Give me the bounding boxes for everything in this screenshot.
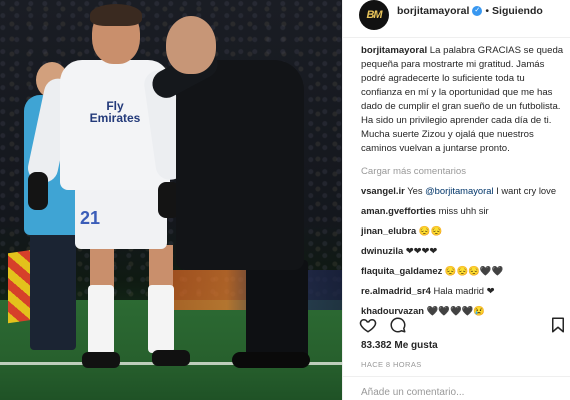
- player-glove: [28, 172, 48, 210]
- coach-coat: [176, 60, 304, 270]
- comment-username[interactable]: flaquita_galdamez: [361, 265, 442, 276]
- comment-username[interactable]: re.almadrid_sr4: [361, 285, 431, 296]
- comment-username[interactable]: jinan_elubra: [361, 225, 416, 236]
- comment-bubble-icon[interactable]: [389, 316, 407, 334]
- header-username[interactable]: borjitamayoral: [397, 5, 469, 17]
- comment-text: 😔😔: [418, 225, 443, 236]
- shirt-sponsor-line2: Emirates: [89, 111, 141, 125]
- following-button[interactable]: Siguiendo: [492, 5, 543, 17]
- player-sock: [88, 285, 114, 355]
- comment-mention-link[interactable]: @borjitamayoral: [425, 185, 493, 196]
- header-separator: •: [485, 5, 490, 17]
- heart-icon[interactable]: [359, 316, 377, 334]
- post-side-panel: BM borjitamayoral ✓ • Siguiendo borjitam…: [342, 0, 570, 400]
- comments-section: borjitamayoral La palabra GRACIAS se que…: [361, 44, 565, 317]
- referee-legs: [30, 230, 76, 350]
- player-boot: [152, 350, 190, 366]
- comment-row: aman.gvefforties miss uhh sir: [361, 204, 565, 217]
- comment-row: dwinuzila ❤❤❤❤: [361, 244, 565, 257]
- load-more-comments[interactable]: Cargar más comentarios: [361, 166, 565, 177]
- player-leg: [90, 245, 114, 290]
- comment-text: I want cry love: [493, 185, 557, 196]
- action-bar: [359, 316, 565, 336]
- header-line: borjitamayoral ✓ • Siguiendo: [397, 5, 543, 17]
- comment-username[interactable]: dwinuzila: [361, 245, 403, 256]
- verified-badge-icon: ✓: [472, 6, 483, 16]
- comment-text: 🖤🖤🖤🖤😢: [426, 305, 486, 316]
- avatar[interactable]: BM: [359, 0, 389, 30]
- comment-row: flaquita_galdamez 😔😔😔🖤🖤: [361, 264, 565, 277]
- shirt-sponsor: Fly Emirates: [84, 100, 146, 124]
- comment-username[interactable]: vsangel.ir: [361, 185, 405, 196]
- coach-head: [166, 16, 216, 74]
- post-timestamp[interactable]: HACE 8 HORAS: [361, 360, 422, 369]
- comment-text: Yes: [407, 185, 426, 196]
- player-leg: [149, 245, 173, 290]
- add-comment-bar: Añade un comentario...: [343, 376, 570, 400]
- caption-text: La palabra GRACIAS se queda pequeña para…: [361, 45, 564, 154]
- player-hair: [90, 4, 142, 26]
- player-boot: [82, 352, 120, 368]
- player-sock: [148, 285, 174, 353]
- bookmark-icon[interactable]: [549, 316, 567, 334]
- comment-username[interactable]: khadourvazan: [361, 305, 424, 316]
- likes-count[interactable]: 83.382 Me gusta: [361, 340, 438, 351]
- post-photo[interactable]: 21 Fly Emirates: [0, 0, 342, 400]
- comment-row: re.almadrid_sr4 Hala madrid ❤: [361, 284, 565, 297]
- add-comment-input[interactable]: Añade un comentario...: [361, 387, 464, 398]
- comment-text: miss uhh sir: [438, 205, 489, 216]
- coach-legs: [246, 260, 308, 360]
- comment-list: vsangel.ir Yes @borjitamayoral I want cr…: [361, 184, 565, 317]
- comment-text: 😔😔😔🖤🖤: [444, 265, 504, 276]
- comment-username[interactable]: aman.gvefforties: [361, 205, 436, 216]
- post-header: BM borjitamayoral ✓ • Siguiendo: [343, 0, 570, 38]
- comment-row: jinan_elubra 😔😔: [361, 224, 565, 237]
- shorts-number: 21: [80, 208, 101, 228]
- caption-username[interactable]: borjitamayoral: [361, 45, 427, 56]
- coach-shoe: [232, 352, 310, 368]
- comment-text: Hala madrid ❤: [433, 285, 495, 296]
- comment-row: vsangel.ir Yes @borjitamayoral I want cr…: [361, 184, 565, 197]
- post-caption: borjitamayoral La palabra GRACIAS se que…: [361, 44, 565, 156]
- comment-text: ❤❤❤❤: [405, 245, 438, 256]
